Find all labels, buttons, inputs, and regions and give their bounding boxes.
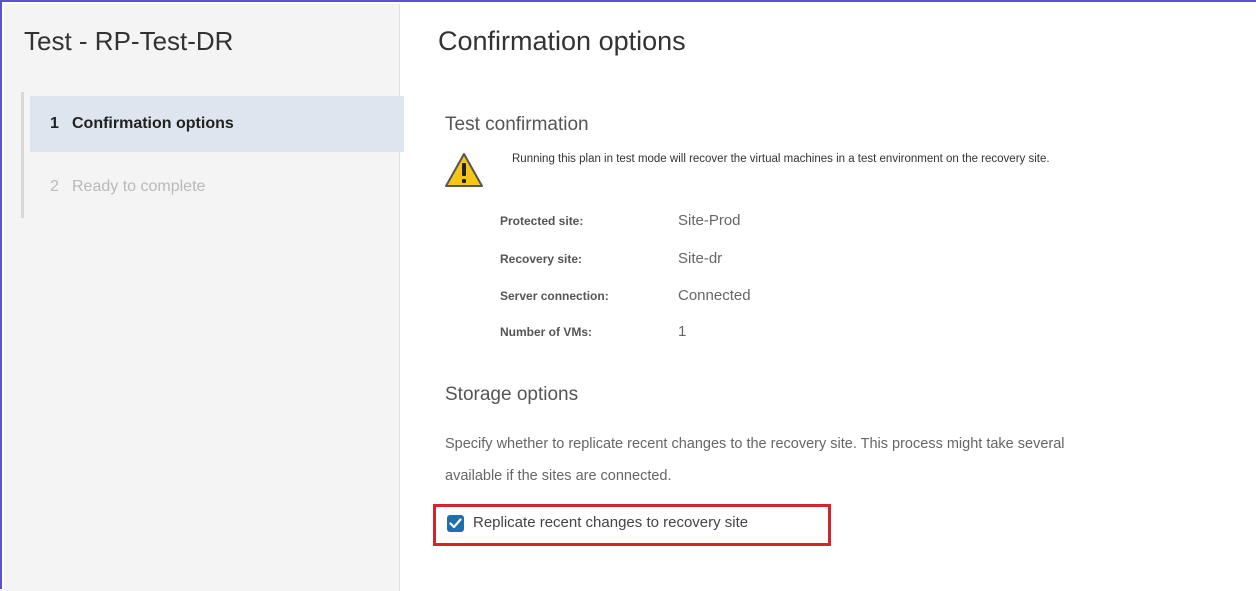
step-ready-to-complete[interactable]: 2 Ready to complete [30, 159, 404, 215]
step-number: 2 [50, 178, 59, 195]
protected-site-label: Protected site: [500, 214, 584, 228]
storage-options-description: Specify whether to replicate recent chan… [445, 428, 1256, 492]
wizard-window: Test - RP-Test-DR 1 Confirmation options … [0, 0, 1256, 591]
replicate-changes-label[interactable]: Replicate recent changes to recovery sit… [473, 514, 748, 531]
step-label: Ready to complete [72, 178, 206, 195]
storage-options-heading: Storage options [445, 384, 579, 405]
description-line-1: Specify whether to replicate recent chan… [445, 436, 1065, 452]
server-connection-value: Connected [678, 287, 751, 304]
number-of-vms-label: Number of VMs: [500, 325, 593, 339]
warning-text: Running this plan in test mode will reco… [512, 153, 1050, 165]
step-label: Confirmation options [72, 115, 234, 132]
step-number: 1 [50, 115, 59, 132]
protected-site-value: Site-Prod [678, 212, 741, 229]
recovery-site-label: Recovery site: [500, 252, 583, 266]
wizard-sidebar: Test - RP-Test-DR 1 Confirmation options … [4, 4, 404, 591]
wizard-title: Test - RP-Test-DR [24, 26, 234, 56]
page-title: Confirmation options [438, 26, 686, 56]
server-connection-label: Server connection: [500, 289, 609, 303]
checkmark-icon [449, 518, 462, 529]
replicate-changes-checkbox[interactable] [447, 515, 464, 532]
warning-triangle-icon [444, 152, 484, 188]
step-rail [21, 92, 24, 218]
main-content: Confirmation options Test confirmation R… [401, 4, 1256, 591]
description-line-2: available if the sites are connected. [445, 468, 672, 484]
number-of-vms-value: 1 [678, 323, 687, 340]
test-confirmation-heading: Test confirmation [445, 114, 589, 135]
recovery-site-value: Site-dr [678, 250, 723, 267]
step-confirmation-options[interactable]: 1 Confirmation options [30, 96, 404, 152]
